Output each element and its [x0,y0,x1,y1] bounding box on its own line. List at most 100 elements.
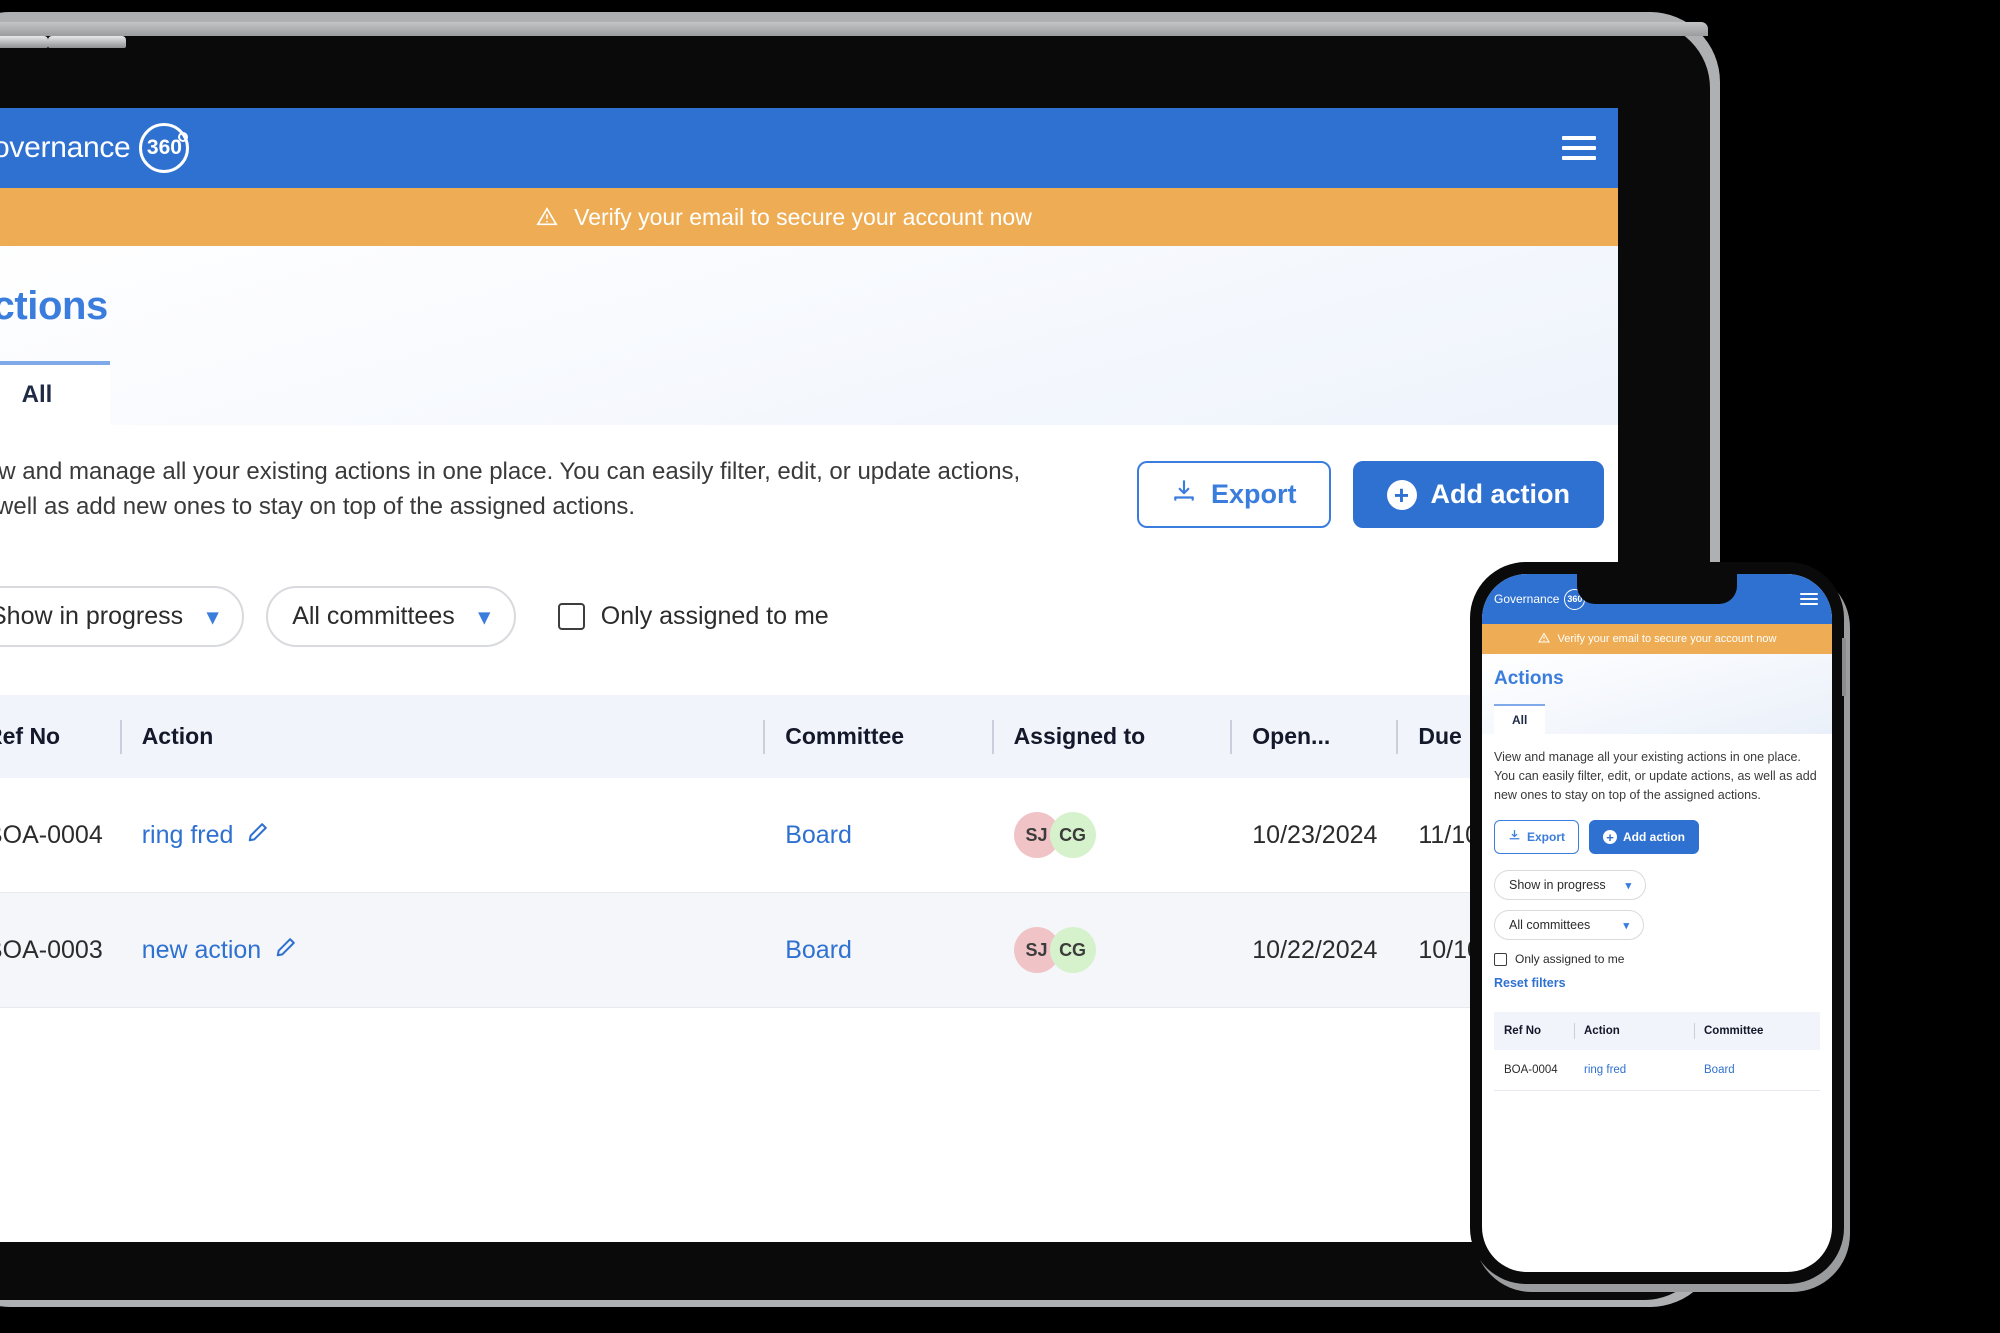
checkbox-box[interactable] [1494,952,1507,966]
hamburger-bar [1562,156,1596,160]
column-header-assigned-to[interactable]: Assigned to [992,695,1231,778]
tablet-hardware-button-volume[interactable] [0,36,48,48]
table-header-row: Ref No Action Committee Assigned to Open… [0,695,1604,778]
committee-filter-value: All committees [292,602,455,630]
mobile-brand-logo[interactable]: Governance 360 [1494,588,1586,610]
table-row[interactable]: BOA-0004 ring fred [0,778,1604,893]
mobile-page-content: View and manage all your existing action… [1482,734,1832,1092]
filter-bar: Show in progress ▾ All committees ▾ Only… [0,528,1604,647]
chevron-down-icon: ▾ [1623,919,1629,932]
mobile-committee-filter-value: All committees [1509,918,1591,933]
app-header: Governance 360 [0,108,1618,188]
chevron-down-icon: ▾ [207,603,219,629]
mobile-actions-table-head: Ref No Action Committee [1494,1012,1820,1051]
hamburger-bar [1562,136,1596,140]
avatar[interactable]: CG [1049,927,1096,973]
mobile-tab-bar: All [1482,704,1832,734]
add-action-button-label: Add action [1430,479,1571,509]
cell-action: ring fred [119,778,764,893]
column-header-ref-no[interactable]: Ref No [0,695,120,778]
mobile-only-assigned-checkbox[interactable]: Only assigned to me [1494,952,1624,966]
only-assigned-checkbox[interactable]: Only assigned to me [557,602,829,631]
brand-logo[interactable]: Governance 360 [0,123,190,173]
cell-opened: 10/23/2024 [1230,778,1397,893]
status-filter-select[interactable]: Show in progress ▾ [0,586,245,647]
cell-ref-no: BOA-0003 [0,892,120,1008]
export-button[interactable]: Export [1136,461,1331,528]
table-row[interactable]: BOA-0003 new action [0,892,1604,1008]
plus-circle-icon: + [1603,830,1618,845]
committee-link[interactable]: Board [785,821,852,849]
export-button-label: Export [1210,479,1297,509]
mobile-email-verification-banner[interactable]: Verify your email to secure your account… [1482,624,1832,654]
mobile-committee-link[interactable]: Board [1704,1064,1735,1076]
intro-row: View and manage all your existing action… [0,425,1604,528]
mobile-action-link[interactable]: ring fred [1584,1064,1626,1076]
edit-pencil-icon[interactable] [247,821,269,850]
page-title: Actions [0,284,108,328]
tab-all[interactable]: All [0,361,110,425]
page-header: Actions All [0,246,1618,425]
column-header-action[interactable]: Action [120,695,764,778]
cell-opened: 10/22/2024 [1230,892,1397,1008]
mobile-toolbar-buttons: Export + Add action [1494,804,1820,855]
toolbar-buttons: Export + Add action [1136,455,1604,528]
download-icon [1171,478,1197,511]
hamburger-bar [1800,598,1818,600]
phone-notch [1577,574,1737,604]
column-header-committee[interactable]: Committee [763,695,991,778]
warning-triangle-icon [536,206,558,228]
cell-committee: Board [763,778,992,893]
cell-committee: Board [763,892,992,1008]
mobile-actions-table: Ref No Action Committee BOA-0004 ring fr… [1494,1012,1820,1092]
mobile-cell-ref-no: BOA-0004 [1494,1050,1574,1092]
mobile-actions-table-body: BOA-0004 ring fred Board [1494,1050,1820,1092]
add-action-button[interactable]: + Add action [1352,461,1604,528]
committee-filter-select[interactable]: All committees ▾ [266,586,516,647]
phone-hardware-button-power[interactable] [1842,638,1846,696]
status-filter-value: Show in progress [0,602,184,630]
avatar[interactable]: CG [1049,812,1096,858]
mobile-column-header-committee[interactable]: Committee [1694,1012,1820,1050]
mobile-tab-all[interactable]: All [1494,704,1546,734]
mobile-email-verification-text: Verify your email to secure your account… [1557,633,1777,645]
brand-logo-text: Governance [0,131,131,164]
email-verification-text: Verify your email to secure your account… [574,203,1032,230]
mobile-add-action-button[interactable]: + Add action [1589,820,1700,855]
mobile-status-filter-select[interactable]: Show in progress ▾ [1494,870,1647,901]
mobile-cell-committee: Board [1694,1050,1820,1092]
edit-pencil-icon[interactable] [275,936,297,965]
tablet-top-edge [0,22,1708,48]
actions-table-head: Ref No Action Committee Assigned to Open… [0,695,1604,778]
cell-action: new action [119,892,764,1008]
column-header-opened[interactable]: Open... [1230,695,1396,778]
mobile-table-row[interactable]: BOA-0004 ring fred Board [1494,1050,1820,1092]
mobile-hamburger-icon[interactable] [1800,593,1818,605]
mobile-column-header-ref-no[interactable]: Ref No [1494,1012,1574,1050]
action-link[interactable]: ring fred [142,821,234,850]
mobile-column-header-action[interactable]: Action [1574,1012,1694,1050]
mobile-page-header: Actions All [1482,654,1832,734]
mobile-export-button[interactable]: Export [1494,820,1580,855]
checkbox-box[interactable] [557,603,585,630]
tablet-hardware-button-power[interactable] [48,36,126,48]
hamburger-bar [1800,603,1818,605]
action-link[interactable]: new action [142,936,262,965]
email-verification-banner[interactable]: Verify your email to secure your account… [0,188,1618,246]
warning-triangle-icon [1537,632,1550,647]
cell-ref-no: BOA-0004 [0,778,120,893]
mobile-filter-bar: Show in progress ▾ All committees ▾ Only… [1494,854,1820,990]
mobile-committee-filter-select[interactable]: All committees ▾ [1494,910,1644,941]
mobile-reset-filters-link[interactable]: Reset filters [1494,976,1566,990]
mobile-brand-logo-text: Governance [1494,592,1560,606]
actions-table-body: BOA-0004 ring fred [0,778,1604,1008]
hamburger-icon[interactable] [1562,136,1596,160]
cell-assigned-to: SJ CG [991,892,1231,1008]
committee-link[interactable]: Board [785,936,852,964]
chevron-down-icon: ▾ [1625,879,1632,892]
avatar-group: SJ CG [1013,812,1231,858]
tab-bar: All [0,361,1618,425]
mobile-status-filter-value: Show in progress [1509,878,1606,893]
actions-table: Ref No Action Committee Assigned to Open… [0,695,1604,1008]
avatar-group: SJ CG [1013,927,1231,973]
